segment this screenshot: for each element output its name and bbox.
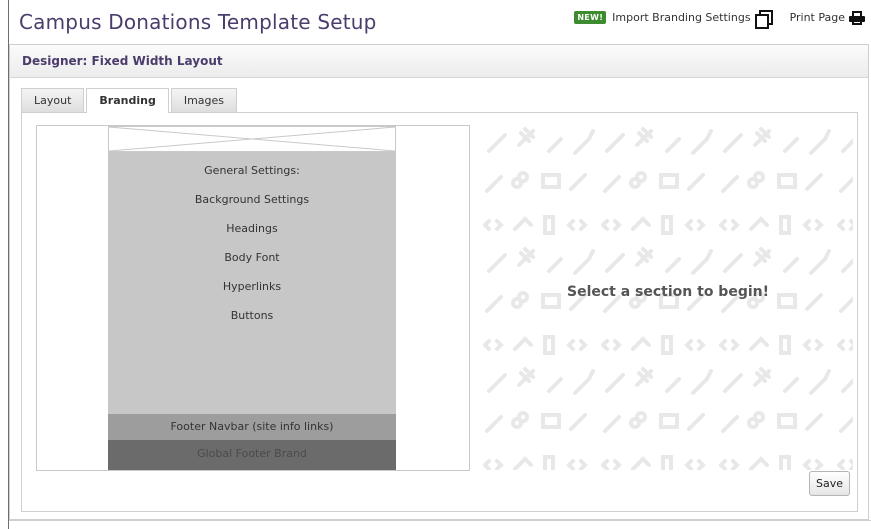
save-button[interactable]: Save (809, 471, 850, 496)
branding-tab-body: General Settings: Background Settings He… (21, 112, 858, 512)
layout-preview: General Settings: Background Settings He… (36, 125, 470, 471)
hyperlinks-link[interactable]: Hyperlinks (108, 272, 396, 301)
body-font-link[interactable]: Body Font (108, 243, 396, 272)
headings-link[interactable]: Headings (108, 214, 396, 243)
tab-bar: Layout Branding Images (21, 88, 238, 113)
designer-heading: Designer: Fixed Width Layout (10, 45, 868, 78)
tab-images[interactable]: Images (170, 88, 238, 112)
design-tools-pattern: Select a section to begin! (483, 125, 853, 470)
designer-panel: Designer: Fixed Width Layout Layout Bran… (9, 44, 869, 520)
header-image-placeholder[interactable] (108, 126, 396, 152)
footer-navbar-section[interactable]: Footer Navbar (site info links) (108, 414, 396, 440)
global-footer-brand-section[interactable]: Global Footer Brand (108, 440, 396, 470)
copy-icon (754, 10, 773, 29)
select-section-prompt: Select a section to begin! (566, 283, 769, 300)
top-actions: NEW! Import Branding Settings Print Page (574, 10, 865, 29)
print-page-link[interactable]: Print Page (789, 10, 865, 25)
buttons-link[interactable]: Buttons (108, 301, 396, 330)
window-bottom-border (9, 520, 871, 529)
background-settings-link[interactable]: Background Settings (108, 185, 396, 214)
print-page-label: Print Page (789, 11, 845, 24)
printer-icon (849, 10, 865, 25)
tab-branding[interactable]: Branding (86, 88, 169, 113)
new-badge: NEW! (574, 11, 607, 24)
general-settings-link[interactable]: General Settings: (108, 156, 396, 185)
tab-layout[interactable]: Layout (21, 88, 85, 112)
window-left-border (0, 0, 9, 529)
settings-area: General Settings: Background Settings He… (108, 152, 396, 414)
import-branding-settings-label: Import Branding Settings (612, 11, 751, 24)
page-title: Campus Donations Template Setup (19, 10, 377, 34)
import-branding-settings-link[interactable]: Import Branding Settings (612, 10, 773, 29)
